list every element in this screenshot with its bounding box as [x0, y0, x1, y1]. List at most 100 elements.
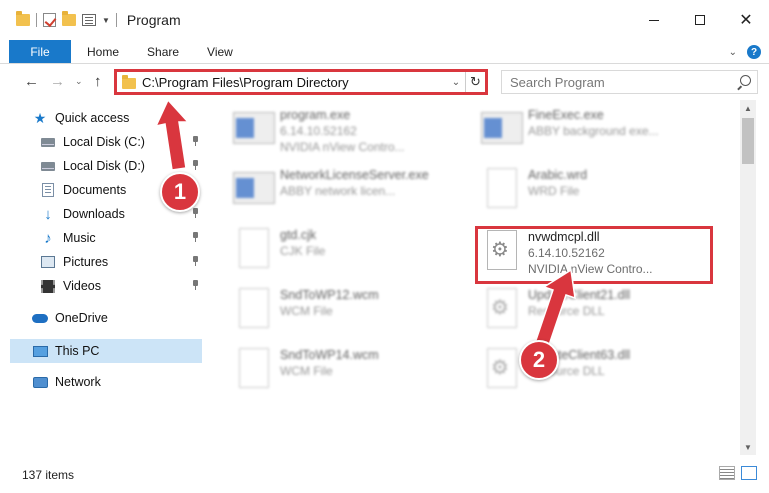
drive-icon: [40, 134, 56, 150]
step-badge-1: 1: [160, 172, 200, 212]
videos-icon: [40, 278, 56, 294]
search-input[interactable]: [510, 74, 735, 90]
file-detail: CJK File: [280, 244, 326, 258]
file-name: NetworkLicenseServer.exe: [280, 168, 429, 182]
toolbar-divider: [115, 13, 117, 27]
expand-ribbon-chevron-icon[interactable]: ⌄: [729, 47, 737, 58]
properties-check-icon[interactable]: [43, 13, 56, 27]
address-row: ← → ⌄ ↑ C:\Program Files\Program Directo…: [0, 65, 769, 99]
ribbon-right-controls: ⌄ ?: [729, 42, 761, 62]
network-icon: [32, 374, 48, 390]
window-title: Program: [126, 12, 181, 28]
tab-view[interactable]: View: [193, 40, 247, 63]
exe-icon: [230, 106, 275, 152]
file-detail: WCM File: [280, 304, 333, 318]
minimize-icon: [649, 19, 659, 21]
file-detail: ABBY network licen...: [280, 184, 396, 198]
ribbon-tabs: File Home Share View ⌄ ?: [0, 40, 769, 64]
file-detail: WRD File: [528, 184, 580, 198]
file-name: SndToWP12.wcm: [280, 288, 379, 302]
sidebar-item-label: Documents: [63, 183, 127, 197]
maximize-icon: [695, 15, 705, 25]
tab-home[interactable]: Home: [71, 40, 133, 63]
large-icons-view-icon[interactable]: [741, 466, 757, 480]
file-item[interactable]: Arabic.wrd WRD File: [478, 166, 718, 224]
file-detail: 6.14.10.52162: [280, 124, 357, 138]
maximize-button[interactable]: [677, 0, 723, 40]
pictures-icon: [40, 254, 56, 270]
file-item[interactable]: gtd.cjk CJK File: [230, 226, 470, 284]
file-item[interactable]: NetworkLicenseServer.exe ABBY network li…: [230, 166, 470, 224]
file-item[interactable]: UpdateClient63.dll Resource DLL: [478, 346, 718, 404]
file-item[interactable]: SndToWP12.wcm WCM File: [230, 286, 470, 344]
dll-gear-icon: [478, 346, 522, 392]
sidebar-item-label: Music: [63, 231, 96, 245]
pin-icon[interactable]: [191, 280, 199, 290]
sidebar-item-local-disk-c[interactable]: Local Disk (C:): [0, 130, 202, 154]
sidebar-item-this-pc[interactable]: This PC: [10, 339, 202, 363]
pin-icon[interactable]: [191, 208, 199, 218]
sidebar-item-label: Downloads: [63, 207, 125, 221]
item-count: 137 items: [22, 467, 75, 482]
pin-icon[interactable]: [191, 232, 199, 242]
folder-icon[interactable]: [16, 11, 30, 26]
vertical-scrollbar[interactable]: ▲ ▼: [740, 100, 756, 455]
view-toggle: [719, 466, 757, 480]
document-icon: [478, 166, 522, 212]
pin-icon[interactable]: [191, 256, 199, 266]
address-bar[interactable]: C:\Program Files\Program Directory ⌄ ↻: [114, 69, 488, 95]
pin-icon[interactable]: [191, 160, 199, 170]
file-item[interactable]: SndToWP14.wcm WCM File: [230, 346, 470, 404]
properties-icon[interactable]: [82, 14, 96, 26]
file-item[interactable]: UpdateClient21.dll Resource DLL: [478, 286, 718, 344]
address-dropdown-icon[interactable]: ⌄: [447, 77, 465, 88]
help-icon[interactable]: ?: [747, 45, 761, 59]
refresh-button[interactable]: ↻: [465, 72, 485, 92]
back-button[interactable]: ←: [24, 73, 39, 90]
address-path[interactable]: C:\Program Files\Program Directory: [142, 75, 447, 90]
exe-icon: [230, 166, 275, 212]
search-box[interactable]: [501, 70, 758, 94]
tab-file[interactable]: File: [9, 40, 71, 63]
file-item[interactable]: program.exe 6.14.10.52162 NVIDIA nView C…: [230, 106, 470, 164]
file-detail: NVIDIA nView Contro...: [280, 140, 405, 154]
customize-toolbar-dropdown-icon[interactable]: ▼: [102, 16, 110, 25]
star-icon: ★: [33, 109, 47, 126]
sidebar-item-onedrive[interactable]: OneDrive: [0, 306, 202, 330]
file-item[interactable]: FineExec.exe ABBY background exe...: [478, 106, 718, 164]
sidebar-item-quick-access[interactable]: ★ Quick access: [0, 106, 202, 130]
file-name: program.exe: [280, 108, 351, 122]
sidebar-item-music[interactable]: ♪ Music: [0, 226, 202, 250]
dll-gear-icon: [478, 286, 522, 332]
close-button[interactable]: ✕: [723, 0, 769, 40]
file-detail: ABBY background exe...: [528, 124, 659, 138]
file-name: Arabic.wrd: [528, 168, 588, 182]
recent-locations-dropdown[interactable]: ⌄: [75, 76, 83, 87]
sidebar-item-videos[interactable]: Videos: [0, 274, 202, 298]
status-bar: 137 items: [0, 456, 769, 493]
close-icon: ✕: [739, 12, 753, 29]
up-button[interactable]: ↑: [94, 73, 102, 90]
folder-icon: [122, 74, 136, 89]
sidebar-item-label: Pictures: [63, 255, 109, 269]
sidebar-item-label: Local Disk (D:): [63, 159, 145, 173]
sidebar-item-network[interactable]: Network: [0, 370, 202, 394]
sidebar-item-pictures[interactable]: Pictures: [0, 250, 202, 274]
scrollbar-thumb[interactable]: [742, 118, 754, 164]
toolbar-divider: [36, 13, 37, 27]
details-view-icon[interactable]: [719, 466, 735, 480]
title-bar: ▼ Program ✕: [0, 0, 769, 40]
minimize-button[interactable]: [631, 0, 677, 40]
forward-button[interactable]: →: [50, 73, 65, 90]
tab-share[interactable]: Share: [133, 40, 193, 63]
documents-icon: [40, 182, 56, 198]
new-folder-icon[interactable]: [62, 11, 76, 26]
document-icon: [230, 226, 274, 272]
pin-icon[interactable]: [191, 136, 199, 146]
drive-icon: [40, 158, 56, 174]
step-badge-2: 2: [519, 340, 559, 380]
scroll-up-icon[interactable]: ▲: [740, 100, 756, 116]
scroll-down-icon[interactable]: ▼: [740, 439, 756, 455]
pc-icon: [32, 343, 48, 359]
file-name: FineExec.exe: [528, 108, 604, 122]
